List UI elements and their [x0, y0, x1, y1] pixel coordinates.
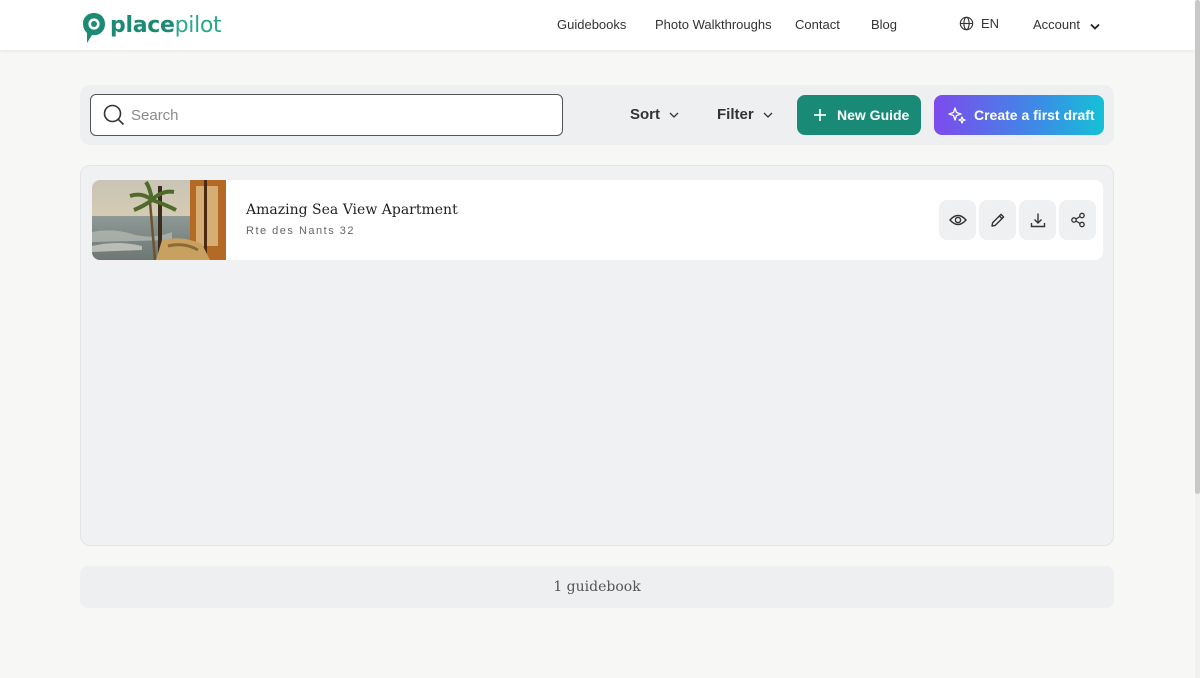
- top-nav-bar: placepilot Guidebooks Photo Walkthroughs…: [0, 0, 1195, 50]
- filter-label: Filter: [717, 106, 754, 123]
- create-draft-label: Create a first draft: [974, 107, 1095, 123]
- language-label: EN: [981, 16, 1000, 31]
- eye-icon: [948, 214, 967, 226]
- guidebook-address: Rte des Nants 32: [246, 225, 355, 237]
- plus-icon: [814, 109, 826, 121]
- scrollbar-thumb[interactable]: [1195, 0, 1200, 494]
- globe-icon: [959, 16, 974, 31]
- search-input[interactable]: [131, 103, 551, 127]
- language-selector[interactable]: EN: [959, 16, 999, 31]
- brand-name: placepilot: [110, 12, 222, 38]
- pencil-icon: [990, 213, 1004, 227]
- location-pin-logo-icon: [83, 13, 105, 43]
- filter-dropdown[interactable]: Filter: [717, 106, 773, 123]
- chevron-down-icon: [763, 112, 773, 118]
- create-first-draft-button[interactable]: Create a first draft: [934, 95, 1104, 135]
- guidebook-toolbar: Sort Filter New Guide Create a first dra…: [80, 85, 1114, 145]
- preview-button[interactable]: [939, 200, 976, 240]
- search-icon: [103, 104, 125, 126]
- share-button[interactable]: [1059, 200, 1096, 240]
- guidebook-card[interactable]: Amazing Sea View Apartment Rte des Nants…: [92, 180, 1103, 260]
- guidebook-list: Amazing Sea View Apartment Rte des Nants…: [80, 165, 1114, 546]
- new-guide-button[interactable]: New Guide: [797, 95, 921, 135]
- guidebook-count: 1 guidebook: [80, 566, 1114, 608]
- account-menu[interactable]: Account: [1033, 17, 1100, 32]
- download-button[interactable]: [1019, 200, 1056, 240]
- edit-button[interactable]: [979, 200, 1016, 240]
- sort-dropdown[interactable]: Sort: [630, 106, 679, 123]
- nav-blog[interactable]: Blog: [871, 17, 897, 32]
- placepilot-logo[interactable]: placepilot: [82, 11, 222, 45]
- nav-contact[interactable]: Contact: [795, 17, 840, 32]
- guidebook-count-label: 1 guidebook: [553, 579, 641, 595]
- sparkles-icon: [948, 107, 966, 124]
- nav-guidebooks[interactable]: Guidebooks: [557, 17, 626, 32]
- sort-label: Sort: [630, 106, 660, 123]
- account-label: Account: [1033, 17, 1080, 32]
- new-guide-label: New Guide: [837, 107, 910, 123]
- share-icon: [1070, 212, 1085, 228]
- chevron-down-icon: [1090, 23, 1100, 30]
- chevron-down-icon: [669, 112, 679, 118]
- download-icon: [1030, 213, 1045, 228]
- nav-photo-walkthroughs[interactable]: Photo Walkthroughs: [655, 17, 772, 32]
- search-box[interactable]: [90, 94, 563, 136]
- guidebook-title[interactable]: Amazing Sea View Apartment: [246, 202, 458, 218]
- guidebook-thumbnail[interactable]: [92, 180, 226, 260]
